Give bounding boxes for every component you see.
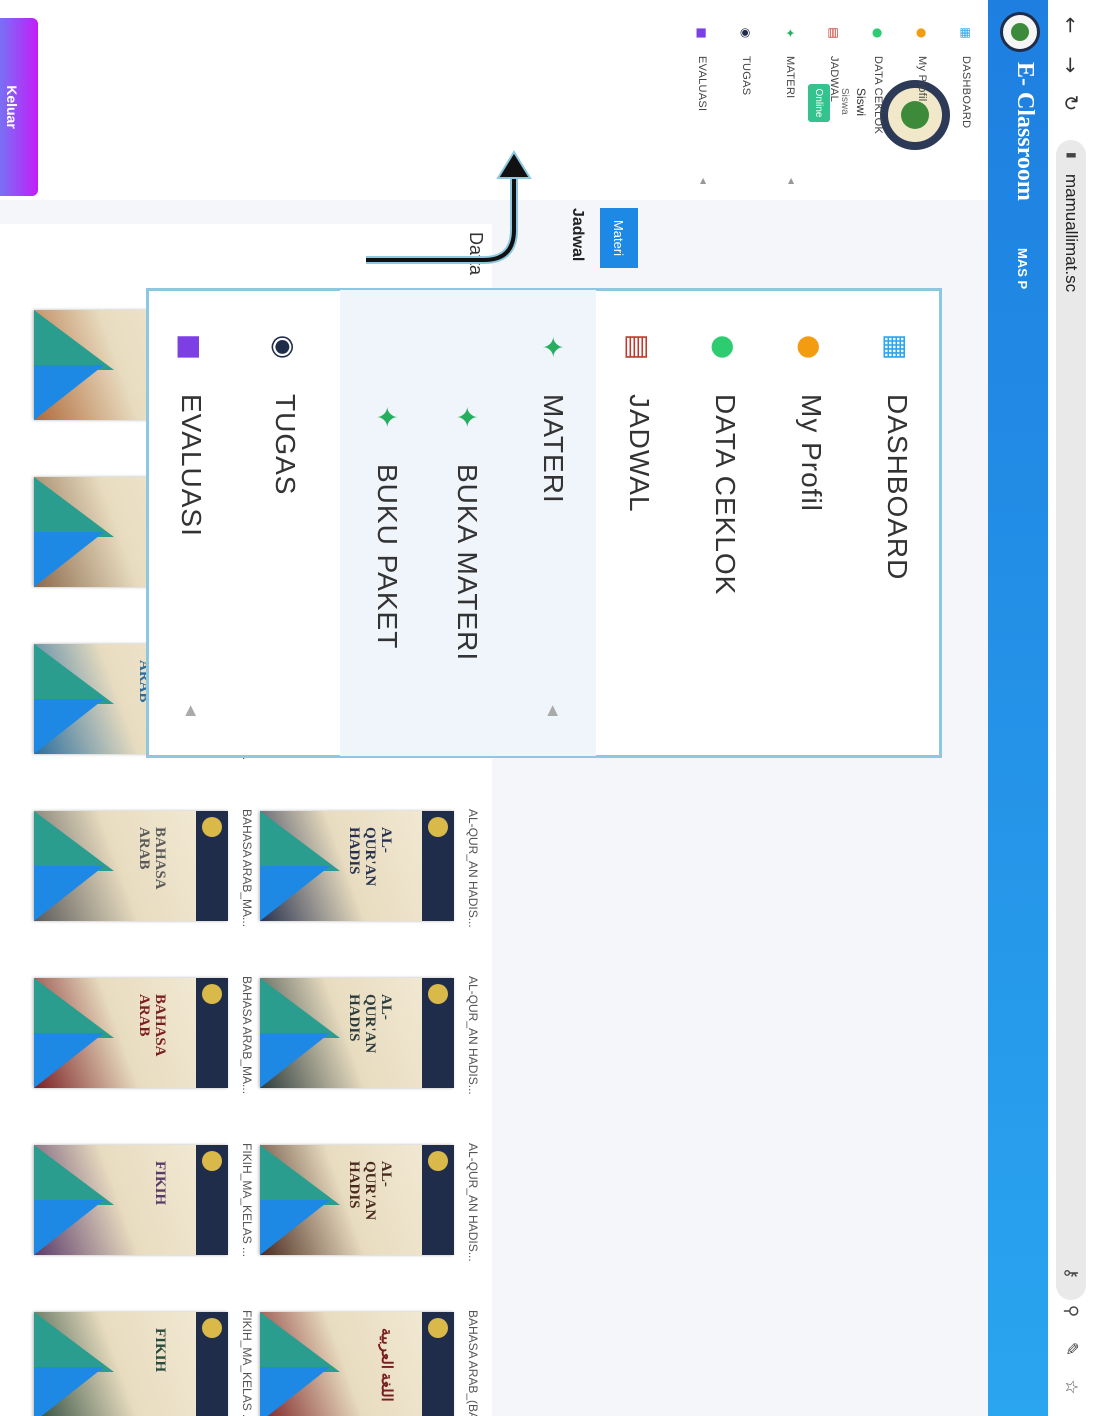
book-cover[interactable]: AL-QUR'AN HADIS	[260, 811, 454, 921]
sidebar-item-data-ceklok[interactable]: ● DATA CEKLOK	[856, 26, 900, 196]
sidebar-item-label: My Profil	[916, 56, 928, 102]
logout-button[interactable]: Keluar	[0, 18, 38, 196]
sidebar-item-dashboard[interactable]: ▦ DASHBOARD	[944, 26, 988, 196]
callout-item-data-ceklok[interactable]: ● DATA CEKLOK	[682, 290, 768, 756]
sidebar-item-tugas[interactable]: ◉ TUGAS	[724, 26, 768, 196]
book-cover-title: FIKIH	[152, 1328, 168, 1373]
sidebar-item-jadwal[interactable]: ▤ JADWAL	[812, 26, 856, 196]
checkin-icon: ●	[708, 334, 742, 360]
book-cover-title: اللغة العربية	[378, 1328, 394, 1402]
site-header: E- Classroom MAS P	[988, 0, 1048, 1416]
sidebar-item-evaluasi[interactable]: ■ EVALUASI ◀	[680, 26, 724, 196]
book-label[interactable]: AL-QUR_AN HADIS...	[466, 809, 480, 979]
materials-icon: ✦	[370, 405, 404, 429]
chevron-left-icon: ◀	[699, 177, 708, 184]
profile-icon: ●	[915, 27, 929, 39]
reload-icon[interactable]: ↻	[1056, 88, 1086, 118]
profile-icon: ●	[794, 334, 828, 360]
callout-item-label: MATERI	[538, 394, 569, 504]
book-label[interactable]: BAHASA ARAB_(BA...	[466, 1310, 480, 1416]
materials-icon: ✦	[783, 27, 797, 39]
evaluation-icon: ■	[174, 333, 208, 361]
checkin-icon: ●	[871, 27, 885, 39]
sidebar-item-label: TUGAS	[740, 56, 752, 96]
annotation-arrow	[366, 150, 532, 264]
tab-materi[interactable]: Materi	[600, 208, 638, 268]
callout-item-buku-paket[interactable]: ✦ BUKU PAKET	[344, 290, 430, 756]
sidebar-item-label: MATERI	[784, 56, 796, 99]
browser-toolbar: ← → ↻ ▮ mamuallimat.sc ⚷ ⚲ ✎ ☆	[1047, 0, 1094, 1416]
calendar-icon: ▤	[622, 333, 656, 361]
callout-item-label: JADWAL	[624, 394, 655, 513]
brand-title: E- Classroom	[1012, 62, 1038, 201]
dashboard-icon: ▦	[959, 27, 973, 39]
book-label[interactable]: FIKIH_MA_KELAS ...	[240, 1310, 254, 1416]
callout-item-label: EVALUASI	[176, 394, 207, 537]
callout-item-label: DATA CEKLOK	[710, 394, 741, 596]
callout-item-label: BUKA MATERI	[452, 464, 483, 662]
book-cover-title: AL-QUR'AN HADIS	[346, 1161, 394, 1221]
book-cover[interactable]: FIKIH	[34, 1312, 228, 1416]
key-icon[interactable]: ⚷	[1056, 1258, 1086, 1288]
book-cover-title: FIKIH	[152, 1161, 168, 1206]
school-name: MAS P	[1015, 248, 1030, 290]
callout-item-tugas[interactable]: ◉ TUGAS	[242, 290, 328, 756]
book-cover[interactable]: AL-QUR'AN HADIS	[260, 1145, 454, 1255]
lock-icon: ▮	[1065, 152, 1079, 159]
callout-item-label: My Profil	[796, 394, 827, 512]
callout-item-evaluasi[interactable]: ■ EVALUASI ◀	[148, 290, 234, 756]
dashboard-icon: ▦	[880, 333, 914, 361]
arrow-left-icon[interactable]: ←	[1056, 10, 1086, 40]
address-bar[interactable]: ▮ mamuallimat.sc	[1056, 140, 1086, 1300]
sidebar-item-label: DASHBOARD	[960, 56, 972, 129]
callout-item-dashboard[interactable]: ▦ DASHBOARD	[854, 290, 940, 756]
assignment-icon: ◉	[739, 27, 753, 39]
chevron-left-icon: ◀	[183, 705, 199, 716]
book-cover-title: BAHASA ARAB	[136, 827, 168, 889]
zoom-icon[interactable]: ⚲	[1056, 1296, 1086, 1326]
book-label[interactable]: AL-QUR_AN HADIS...	[466, 1143, 480, 1313]
book-cover[interactable]: BAHASA ARAB	[34, 978, 228, 1088]
callout-item-label: BUKU PAKET	[372, 464, 403, 650]
chevron-left-icon: ◀	[787, 177, 796, 184]
callout-item-label: TUGAS	[270, 394, 301, 496]
sidebar-item-label: DATA CEKLOK	[872, 56, 884, 135]
zoom-menu: ▦ DASHBOARD ● My Profil ● DATA CEKLOK ▤ …	[148, 290, 940, 756]
book-label[interactable]: FIKIH_MA_KELAS ...	[240, 1143, 254, 1313]
evaluation-icon: ■	[695, 27, 709, 39]
book-cover[interactable]: AL-QUR'AN HADIS	[260, 978, 454, 1088]
book-label[interactable]: BAHASA ARAB_MA...	[240, 976, 254, 1146]
book-cover[interactable]: FIKIH	[34, 1145, 228, 1255]
star-icon[interactable]: ☆	[1056, 1372, 1086, 1402]
sidebar-item-materi[interactable]: ✦ MATERI ◀	[768, 26, 812, 196]
callout-item-jadwal[interactable]: ▤ JADWAL	[596, 290, 682, 756]
book-cover[interactable]: اللغة العربية	[260, 1312, 454, 1416]
callout-item-buka-materi[interactable]: ✦ BUKA MATERI	[424, 290, 510, 756]
sidebar-item-label: EVALUASI	[696, 56, 708, 112]
school-logo	[1000, 12, 1040, 52]
arrow-right-icon[interactable]: →	[1056, 50, 1086, 80]
materials-icon: ✦	[536, 335, 570, 359]
assignment-icon: ◉	[268, 334, 302, 360]
rotated-screen: ← → ↻ ▮ mamuallimat.sc ⚷ ⚲ ✎ ☆ E- Classr…	[0, 0, 1094, 1416]
materials-icon: ✦	[450, 405, 484, 429]
book-label[interactable]: AL-QUR_AN HADIS...	[466, 976, 480, 1146]
book-label[interactable]: BAHASA ARAB_MA...	[240, 809, 254, 979]
callout-item-materi[interactable]: ✦ MATERI ◀	[510, 290, 596, 756]
calendar-icon: ▤	[827, 27, 841, 39]
book-cover-title: AL-QUR'AN HADIS	[346, 994, 394, 1054]
sidebar-item-label: JADWAL	[828, 56, 840, 103]
book-cover-title: BAHASA ARAB	[136, 994, 168, 1056]
callout-item-profile[interactable]: ● My Profil	[768, 290, 854, 756]
url-text: mamuallimat.sc	[1062, 174, 1081, 293]
chevron-left-icon: ◀	[545, 705, 561, 716]
sidebar-item-profile[interactable]: ● My Profil	[900, 26, 944, 196]
tab-jadwal[interactable]: Jadwal	[568, 208, 586, 261]
reader-icon[interactable]: ✎	[1056, 1334, 1086, 1364]
book-cover-title: AL-QUR'AN HADIS	[346, 827, 394, 887]
book-cover[interactable]: BAHASA ARAB	[34, 811, 228, 921]
callout-item-label: DASHBOARD	[882, 394, 913, 581]
